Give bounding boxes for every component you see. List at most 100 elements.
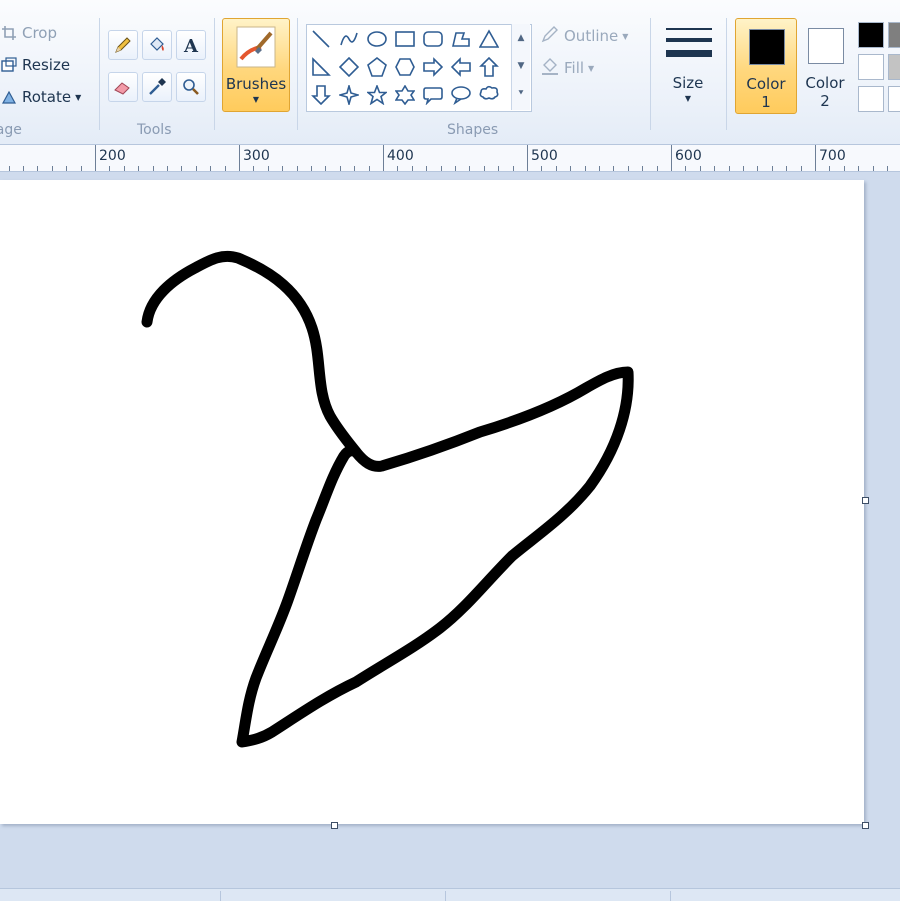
- ruler-label: 400: [387, 148, 414, 164]
- six-point-star-shape-icon[interactable]: [393, 83, 417, 107]
- color1-swatch: [749, 29, 785, 65]
- palette-swatch[interactable]: [858, 22, 884, 48]
- size-button[interactable]: Size ▼: [660, 18, 716, 110]
- ruler-minor-tick: [743, 166, 744, 171]
- resize-handle-right[interactable]: [862, 497, 869, 504]
- oval-shape-icon[interactable]: [365, 27, 389, 51]
- ruler-minor-tick: [383, 166, 384, 171]
- color2-button[interactable]: Color 2: [795, 18, 855, 112]
- ruler-minor-tick: [225, 166, 226, 171]
- ruler-minor-tick: [786, 166, 787, 171]
- ruler-minor-tick: [887, 166, 888, 171]
- ruler-label: 200: [99, 148, 126, 164]
- right-triangle-shape-icon[interactable]: [309, 55, 333, 79]
- brushes-dropdown-icon: ▼: [252, 95, 260, 104]
- hexagon-shape-icon[interactable]: [393, 55, 417, 79]
- ruler-minor-tick: [469, 166, 470, 171]
- ruler-minor-tick: [858, 166, 859, 171]
- ruler-minor-tick: [772, 166, 773, 171]
- palette-swatch[interactable]: [888, 54, 900, 80]
- group-divider: [726, 18, 727, 130]
- curve-shape-icon[interactable]: [337, 27, 361, 51]
- palette-swatch[interactable]: [858, 54, 884, 80]
- scroll-down-icon[interactable]: ▼: [512, 52, 530, 80]
- eraser-icon[interactable]: [108, 72, 138, 102]
- brush-icon: [235, 25, 277, 73]
- rotate-button[interactable]: Rotate ▼: [0, 88, 81, 106]
- up-arrow-shape-icon[interactable]: [477, 55, 501, 79]
- ruler-minor-tick: [801, 166, 802, 171]
- down-arrow-shape-icon[interactable]: [309, 83, 333, 107]
- polygon-shape-icon[interactable]: [449, 27, 473, 51]
- ruler-minor-tick: [37, 166, 38, 171]
- crop-label: Crop: [22, 24, 58, 42]
- ruler-minor-tick: [181, 166, 182, 171]
- brushes-label: Brushes: [225, 75, 287, 93]
- rectangle-shape-icon[interactable]: [393, 27, 417, 51]
- triangle-shape-icon[interactable]: [477, 27, 501, 51]
- pentagon-shape-icon[interactable]: [365, 55, 389, 79]
- rounded-callout-shape-icon[interactable]: [421, 83, 445, 107]
- ruler-minor-tick: [397, 166, 398, 171]
- cloud-callout-shape-icon[interactable]: [477, 83, 501, 107]
- right-arrow-shape-icon[interactable]: [421, 55, 445, 79]
- oval-callout-shape-icon[interactable]: [449, 83, 473, 107]
- left-arrow-shape-icon[interactable]: [449, 55, 473, 79]
- palette-swatch[interactable]: [858, 86, 884, 112]
- magnifier-icon[interactable]: [176, 72, 206, 102]
- ruler-minor-tick: [109, 166, 110, 171]
- color-picker-icon[interactable]: [142, 72, 172, 102]
- ruler-minor-tick: [196, 166, 197, 171]
- ruler-minor-tick: [628, 166, 629, 171]
- status-bar: [0, 888, 900, 901]
- ruler-minor-tick: [426, 166, 427, 171]
- fill-button[interactable]: Fill ▼: [540, 56, 594, 80]
- scroll-up-icon[interactable]: ▲: [512, 24, 530, 52]
- color2-label-line2: 2: [820, 92, 830, 110]
- ruler-minor-tick: [95, 166, 96, 171]
- outline-dropdown-icon: ▼: [622, 31, 629, 41]
- resize-handle-corner[interactable]: [862, 822, 869, 829]
- five-point-star-shape-icon[interactable]: [365, 83, 389, 107]
- ruler-minor-tick: [153, 166, 154, 171]
- resize-button[interactable]: Resize: [0, 56, 70, 74]
- color2-label: Color 2: [795, 74, 855, 110]
- ruler-minor-tick: [455, 166, 456, 171]
- fill-bucket-icon[interactable]: [142, 30, 172, 60]
- palette-swatch[interactable]: [888, 86, 900, 112]
- outline-button[interactable]: Outline ▼: [540, 24, 628, 48]
- rotate-label: Rotate: [22, 88, 72, 106]
- color1-button[interactable]: Color 1: [735, 18, 797, 114]
- drawing-canvas[interactable]: [0, 180, 864, 824]
- shapes-scroll-control[interactable]: ▲ ▼ ⯆: [511, 24, 530, 110]
- ruler-minor-tick: [729, 166, 730, 171]
- resize-icon: [0, 56, 18, 74]
- four-point-star-shape-icon[interactable]: [337, 83, 361, 107]
- diamond-shape-icon[interactable]: [337, 55, 361, 79]
- brushes-button[interactable]: Brushes ▼: [222, 18, 290, 112]
- tools-panel: A: [108, 30, 208, 104]
- ruler-minor-tick: [239, 166, 240, 171]
- ruler-minor-tick: [556, 166, 557, 171]
- ruler-minor-tick: [268, 166, 269, 171]
- resize-handle-bottom[interactable]: [331, 822, 338, 829]
- ruler-label: 500: [531, 148, 558, 164]
- group-divider: [297, 18, 298, 130]
- ruler-minor-tick: [282, 166, 283, 171]
- rounded-rectangle-shape-icon[interactable]: [421, 27, 445, 51]
- crop-button[interactable]: Crop: [0, 24, 57, 42]
- ruler-minor-tick: [441, 166, 442, 171]
- text-icon[interactable]: A: [176, 30, 206, 60]
- palette-swatch[interactable]: [888, 22, 900, 48]
- ruler-minor-tick: [124, 166, 125, 171]
- ruler-minor-tick: [253, 166, 254, 171]
- ribbon: Crop Resize Rotate ▼ Image A: [0, 0, 900, 145]
- group-divider: [214, 18, 215, 130]
- color1-label-line1: Color: [746, 75, 786, 93]
- ruler-minor-tick: [412, 166, 413, 171]
- rotate-icon: [0, 88, 18, 106]
- pencil-icon[interactable]: [108, 30, 138, 60]
- gallery-expand-icon[interactable]: ⯆: [512, 80, 530, 108]
- shapes-group-label: Shapes: [447, 122, 499, 138]
- line-shape-icon[interactable]: [309, 27, 333, 51]
